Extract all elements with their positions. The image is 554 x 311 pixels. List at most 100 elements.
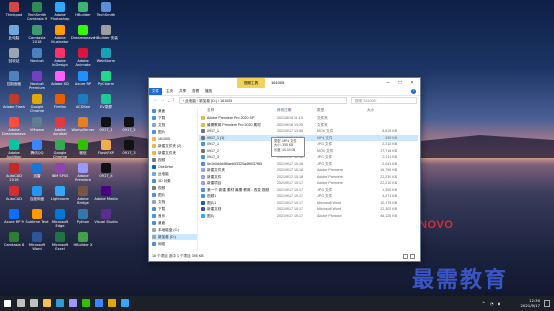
nav-item[interactable]: 新建文件夹 (2) <box>152 143 197 149</box>
file-row[interactable]: 0917_3 2021/9/17 10:18 JPG 文件 2,211 KB <box>199 154 418 160</box>
desktop-icon[interactable]: Adobe Premiere <box>71 163 95 185</box>
taskbar-photoshop-icon[interactable] <box>121 299 129 307</box>
desktop-icon[interactable]: AutoCAD <box>2 186 26 208</box>
desktop-icon[interactable]: Adobe Audition <box>2 140 26 162</box>
desktop-icon[interactable]: 此电脑 <box>2 25 26 47</box>
desktop-icon[interactable]: Adobe XD <box>48 71 72 93</box>
desktop-icon[interactable]: TechSmith <box>94 2 118 24</box>
file-row[interactable]: 5e1b0d4d4f6aeb53320a4f6037f65 2021/9/17 1… <box>199 161 418 167</box>
desktop-icon[interactable]: Google Chrome <box>25 94 49 116</box>
desktop-icon[interactable]: 腾讯QQ <box>25 140 49 162</box>
nav-item[interactable]: 图片 <box>152 129 197 135</box>
taskbar-clock[interactable]: 12:30 2021/9/17 <box>521 298 540 308</box>
desktop-icon[interactable]: Sublime Text <box>25 209 49 231</box>
desktop-icon[interactable]: Adobe Illustrator <box>48 25 72 47</box>
nav-item[interactable]: 音乐 <box>152 213 197 219</box>
search-input[interactable]: 搜索"161005" <box>351 97 417 104</box>
desktop-icon[interactable]: VMware <box>25 117 49 139</box>
desktop-icon[interactable]: 百度网盘 <box>25 186 49 208</box>
details-view-icon[interactable] <box>403 254 408 259</box>
help-icon[interactable]: ? <box>411 89 416 94</box>
desktop-icon[interactable]: Camtasia 2018 <box>25 25 49 47</box>
forward-arrow-icon[interactable]: → <box>160 97 165 104</box>
nav-item[interactable]: 视频 <box>152 185 197 191</box>
up-arrow-icon[interactable]: ↑ <box>172 97 175 104</box>
desktop-icon[interactable]: Thinkpad <box>2 2 26 24</box>
nav-item[interactable]: 此电脑 <box>152 171 197 177</box>
desktop-icon[interactable]: 0917_4 <box>94 163 118 185</box>
desktop-icon[interactable]: 0917_2 <box>117 117 141 139</box>
nav-item[interactable]: 文档 <box>152 199 197 205</box>
desktop-icon[interactable]: Axure RP <box>71 71 95 93</box>
desktop-icon[interactable]: WebStorm <box>94 48 118 70</box>
column-header-size[interactable]: 大小 <box>367 107 374 113</box>
desktop-icon[interactable]: WampServer <box>71 117 95 139</box>
taskbar-premiere-icon[interactable] <box>69 299 77 307</box>
nav-item[interactable]: 161005 <box>152 136 197 142</box>
column-header-name[interactable]: 名称 <box>207 107 214 113</box>
network-icon[interactable]: ◔ <box>490 301 494 306</box>
desktop-icon[interactable]: Adobe Acrobat <box>48 117 72 139</box>
taskbar-start-icon[interactable] <box>4 300 11 307</box>
ribbon-tab-file[interactable]: 文件 <box>149 88 162 95</box>
title-bar[interactable]: 视频工具 161005 – □ × <box>149 78 420 93</box>
file-row[interactable]: 新建项目 2021/9/17 10:17 Adobe Premiere 22,210 … <box>199 180 418 186</box>
desktop-icon[interactable]: HBuilder 安装 <box>94 25 118 47</box>
nav-item[interactable]: 本地磁盘 (C:) <box>152 227 197 233</box>
taskbar-search-icon[interactable] <box>17 299 25 307</box>
column-header-date[interactable]: 修改日期 <box>277 107 291 113</box>
taskbar-qq-icon[interactable] <box>95 299 103 307</box>
nav-item[interactable]: 网络 <box>152 241 197 247</box>
nav-item[interactable]: 视频 <box>152 157 197 163</box>
desktop-icon[interactable]: Adobe Bridge <box>71 186 95 208</box>
desktop-icon[interactable]: Camtasia 8 <box>2 232 26 254</box>
column-header-type[interactable]: 类型 <box>317 107 324 113</box>
file-row[interactable]: 新建文件夹 2021/9/17 10:18 Adobe Premiere 15,759… <box>199 167 418 173</box>
desktop-icon[interactable]: 回收站 <box>2 48 26 70</box>
file-row[interactable]: 第一个 新建 素材 最需 教育 - 改变 视频 2021/9/17 10:17 JP… <box>199 187 418 193</box>
file-row[interactable]: 图片 2021/9/17 10:17 Adobe Photosh 46,125 KB <box>199 213 418 219</box>
volume-icon[interactable]: ◖ <box>498 301 500 306</box>
desktop-icon[interactable]: Adobe Media <box>94 186 118 208</box>
desktop-icon[interactable]: 微信 <box>71 140 95 162</box>
ribbon-tab-play[interactable]: 播放 <box>205 88 212 95</box>
desktop-icon[interactable]: HBuilder <box>71 2 95 24</box>
nav-item[interactable]: 桌面 <box>152 108 197 114</box>
desktop-icon[interactable]: ACDSee <box>71 94 95 116</box>
maximize-button[interactable]: □ <box>394 78 406 88</box>
desktop-icon[interactable]: Firefox <box>48 94 72 116</box>
taskbar-chrome-icon[interactable] <box>108 299 116 307</box>
close-button[interactable]: × <box>406 78 418 88</box>
file-row[interactable]: 0917_22021/9/17 10:18MOV 文件17,716 KB <box>199 148 418 154</box>
file-row[interactable]: 0917_1 (1)2021/9/17 13:25MP4 文件395 KB <box>199 134 418 141</box>
desktop-icon[interactable]: Adobe Photoshop <box>48 2 72 24</box>
taskbar-edge-icon[interactable] <box>56 299 64 307</box>
file-explorer-window[interactable]: 视频工具 161005 – □ × 文件 主页 共享 查看 播放 ? ← → ⌄… <box>148 77 421 262</box>
desktop-icon[interactable]: Dreamweaver <box>71 25 95 47</box>
file-row[interactable]: 最需教育 Premiere Pro 2020 素材 2021/9/16 13:25… <box>199 122 418 128</box>
minimize-button[interactable]: – <box>382 78 394 88</box>
taskbar-file-explorer-icon[interactable] <box>43 299 51 307</box>
nav-item[interactable]: OneDrive <box>152 164 197 170</box>
desktop-icon[interactable]: Python <box>71 209 95 231</box>
desktop-icon[interactable]: HBuilder X <box>71 232 95 254</box>
taskbar-task-view-icon[interactable] <box>30 299 38 307</box>
nav-item[interactable]: 桌面 <box>152 220 197 226</box>
desktop-icon[interactable]: Google Chrome <box>48 140 72 162</box>
desktop-icon[interactable]: Navicat <box>25 48 49 70</box>
file-row[interactable]: 新建文件 2021/9/17 10:18 Adobe Premiere 22,230 … <box>199 174 418 180</box>
file-row[interactable]: 图片1 2021/9/17 10:17 Microsoft Word 10,175 K… <box>199 200 418 206</box>
back-arrow-icon[interactable]: ← <box>153 97 158 104</box>
file-row[interactable]: 0917_12021/9/17 10:18JPG 文件2,210 KB <box>199 141 418 147</box>
file-row[interactable]: 视频1 2021/9/17 10:17 JPG 文件 4,271 KB <box>199 193 418 199</box>
nav-item[interactable]: 新加卷 (D:) <box>152 234 197 240</box>
quick-access-toolbar[interactable] <box>152 80 172 93</box>
desktop-icon[interactable]: PyCharm <box>94 71 118 93</box>
desktop-icon[interactable]: Adobe Flash <box>2 94 26 116</box>
notification-icon[interactable] <box>544 300 550 307</box>
desktop-icon[interactable]: 迅雷 <box>25 163 49 185</box>
file-row[interactable]: 新建文档 2021/9/17 10:17 Microsoft Word 22,302 … <box>199 206 418 212</box>
desktop-icon[interactable]: AutoCAD 2016 <box>2 163 26 185</box>
address-bar[interactable]: › 此电脑 › 新加卷 (D:) › 161005 <box>179 97 347 104</box>
desktop-icon[interactable]: Microsoft Edge <box>48 209 72 231</box>
